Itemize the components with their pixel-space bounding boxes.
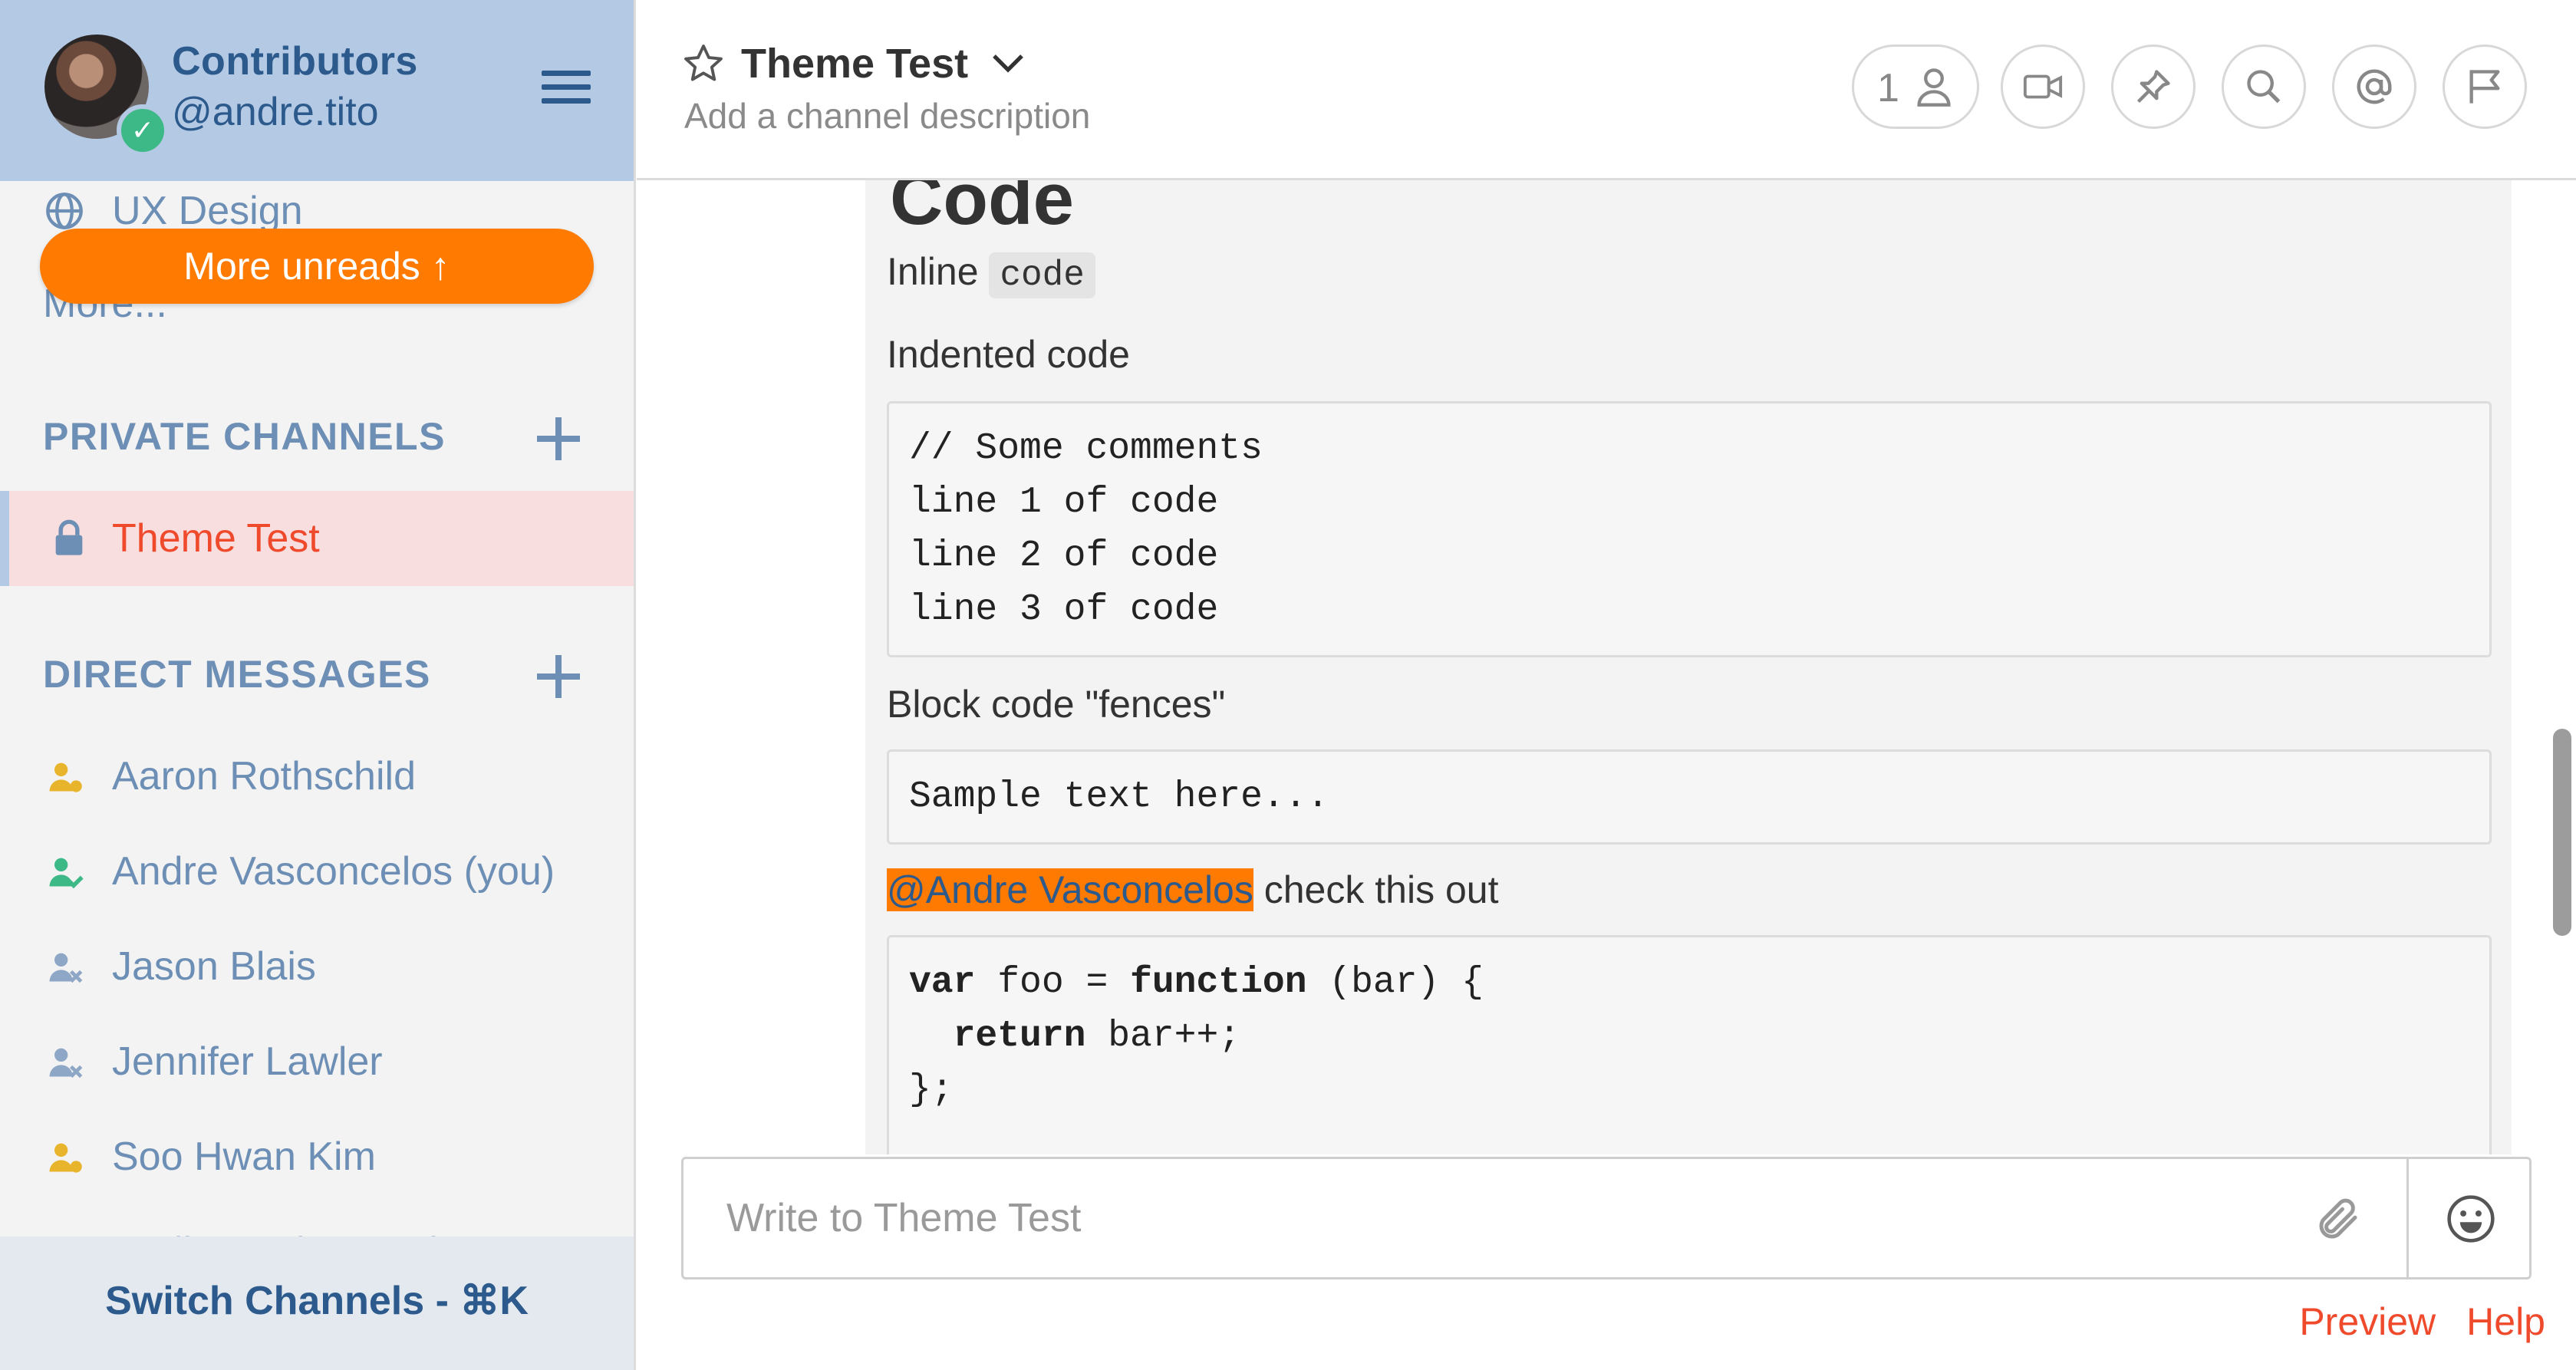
direct-messages-heading: DIRECT MESSAGES: [43, 653, 431, 696]
dm-item[interactable]: Soo Hwan Kim: [0, 1109, 634, 1204]
pin-icon: [2136, 70, 2170, 104]
switch-channels-label: Switch Channels - ⌘K: [105, 1279, 529, 1323]
message-list[interactable]: Code Inline code Indented code // Some c…: [637, 180, 2547, 1154]
mentions-button[interactable]: [2332, 44, 2416, 129]
team-name[interactable]: Contributors: [172, 38, 418, 84]
mention-icon: [2357, 69, 2392, 104]
members-button[interactable]: 1: [1852, 44, 1979, 129]
emoji-icon[interactable]: [2445, 1193, 2497, 1245]
channel-header: Theme Test Add a channel description 1: [637, 0, 2576, 180]
dm-item[interactable]: Aaron Rothschild: [0, 729, 634, 824]
composer-divider: [2406, 1159, 2409, 1277]
dm-item[interactable]: Jason Blais: [0, 919, 634, 1014]
more-unreads-button[interactable]: More unreads ↑: [40, 229, 594, 304]
star-icon[interactable]: [681, 41, 726, 86]
code-keyword: var: [909, 962, 976, 1003]
message-input[interactable]: [684, 1159, 2402, 1277]
video-icon: [2023, 74, 2063, 99]
switch-channels-bar[interactable]: Switch Channels - ⌘K: [0, 1237, 634, 1370]
away-user-icon: [49, 762, 82, 792]
globe-icon: [46, 193, 83, 229]
sidebar-item-theme-test[interactable]: Theme Test: [0, 491, 634, 586]
help-link[interactable]: Help: [2466, 1300, 2545, 1343]
search-icon: [2247, 70, 2281, 104]
video-call-button[interactable]: [2001, 44, 2085, 129]
dm-item-label: Andre Vasconcelos (you): [112, 849, 555, 894]
scrollbar-track[interactable]: [2550, 180, 2573, 1154]
online-status-icon: ✓: [117, 104, 169, 156]
sidebar: ✓ Contributors @andre.tito UX Design Mor…: [0, 0, 636, 1370]
message-composer: [681, 1157, 2532, 1279]
add-private-channel-icon[interactable]: [537, 417, 580, 460]
js-code-block: var foo = function (bar) { return bar++;…: [887, 935, 2492, 1154]
dm-item-label: Jason Blais: [112, 944, 316, 989]
private-channels-heading: PRIVATE CHANNELS: [43, 415, 446, 458]
chevron-down-icon[interactable]: [991, 52, 1025, 75]
username: @andre.tito: [172, 90, 379, 134]
user-mention[interactable]: @Andre Vasconcelos: [887, 868, 1253, 911]
flag-icon: [2469, 70, 2500, 104]
indented-code-label: Indented code: [887, 333, 1130, 376]
online-user-icon: [49, 858, 84, 889]
search-button[interactable]: [2222, 44, 2306, 129]
mention-line: @Andre Vasconcelos check this out: [887, 868, 1498, 912]
code-text: foo =: [975, 962, 1131, 1003]
scrollbar-thumb[interactable]: [2553, 729, 2571, 936]
code-keyword: return: [953, 1016, 1086, 1057]
inline-code-line: Inline code: [887, 249, 1095, 298]
mention-suffix: check this out: [1253, 868, 1499, 911]
fences-label: Block code "fences": [887, 683, 1226, 726]
inline-prefix: Inline: [887, 250, 990, 293]
dm-item[interactable]: Jennifer Lawler: [0, 1014, 634, 1109]
post-heading: Code: [890, 180, 1074, 240]
composer-footer-links: Preview Help: [2268, 1299, 2545, 1344]
offline-user-icon: [49, 1048, 83, 1079]
dm-item[interactable]: Andre Vasconcelos (you): [0, 824, 634, 919]
sidebar-item-label: Theme Test: [112, 516, 320, 561]
lock-icon: [55, 519, 83, 555]
code-text: (bar) {: [1306, 962, 1484, 1003]
code-keyword: function: [1130, 962, 1307, 1003]
flagged-button[interactable]: [2443, 44, 2527, 129]
inline-code: code: [989, 252, 1095, 298]
member-icon: [1917, 68, 1951, 107]
member-count: 1: [1877, 66, 1899, 110]
code-text: };: [909, 1069, 954, 1111]
indented-code-block: // Some comments line 1 of code line 2 o…: [887, 401, 2492, 657]
preview-link[interactable]: Preview: [2299, 1300, 2436, 1343]
away-user-icon: [49, 1143, 82, 1173]
code-text: bar++;: [1085, 1016, 1241, 1057]
add-direct-message-icon[interactable]: [537, 655, 580, 698]
sidebar-header: ✓ Contributors @andre.tito: [0, 0, 634, 181]
channel-description[interactable]: Add a channel description: [684, 95, 1090, 137]
hamburger-menu-icon[interactable]: [542, 71, 591, 107]
dm-item-label: Aaron Rothschild: [112, 754, 416, 799]
fenced-code-block: Sample text here...: [887, 749, 2492, 845]
pinned-button[interactable]: [2111, 44, 2196, 129]
paperclip-icon[interactable]: [2313, 1194, 2364, 1245]
sidebar-item-label: UX Design: [112, 189, 303, 233]
dm-item-label: Jennifer Lawler: [112, 1039, 383, 1084]
offline-user-icon: [49, 953, 83, 983]
channel-title[interactable]: Theme Test: [741, 40, 968, 87]
dm-item-label: Soo Hwan Kim: [112, 1135, 376, 1179]
